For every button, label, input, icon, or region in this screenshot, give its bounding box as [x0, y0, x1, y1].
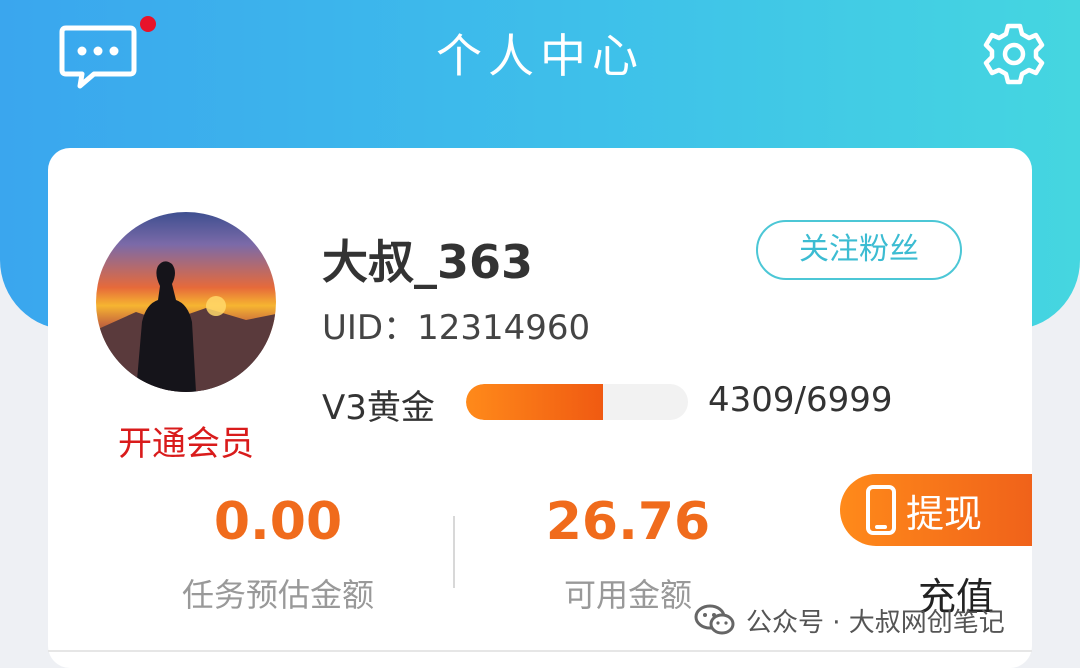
available-amount-value: 26.76 — [545, 492, 711, 552]
follow-fans-button[interactable]: 关注粉丝 — [756, 220, 962, 280]
open-vip-link[interactable]: 开通会员 — [96, 416, 276, 465]
phone-icon — [866, 485, 896, 535]
gear-icon[interactable] — [980, 20, 1048, 88]
watermark: 公众号 · 大叔网创笔记 — [694, 598, 1005, 642]
wechat-icon — [694, 604, 735, 635]
level-progress-bar — [466, 384, 688, 420]
withdraw-button[interactable]: 提现 — [840, 474, 1032, 546]
stats-divider — [453, 516, 455, 588]
uid-row: UID：12314960 — [322, 300, 590, 349]
level-progress-fill — [466, 384, 603, 420]
watermark-text: 公众号 · 大叔网创笔记 — [746, 607, 1005, 638]
bottom-divider — [48, 650, 1032, 652]
page-title: 个人中心 — [436, 29, 644, 83]
profile-card: 开通会员 大叔_363 UID：12314960 关注粉丝 V3黄金 4309/… — [48, 148, 1032, 668]
estimated-amount-label: 任务预估金额 — [181, 576, 374, 614]
avatar[interactable] — [96, 212, 276, 392]
withdraw-label: 提现 — [906, 491, 983, 536]
uid-value: 12314960 — [417, 308, 591, 348]
avatar-photo — [96, 261, 276, 392]
level-label: V3黄金 — [322, 388, 435, 428]
uid-label: UID： — [322, 308, 418, 348]
username: 大叔_363 — [322, 235, 534, 289]
level-progress-text: 4309/6999 — [708, 380, 893, 420]
estimated-amount-value: 0.00 — [213, 492, 343, 552]
